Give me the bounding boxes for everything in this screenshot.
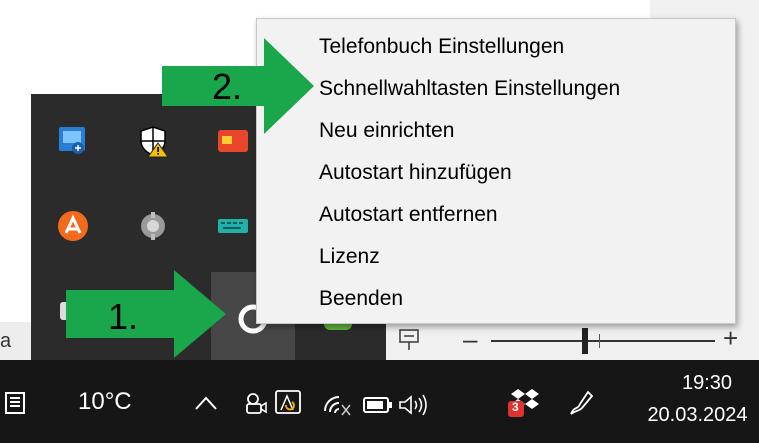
background-text: a <box>0 330 12 352</box>
layout-icon[interactable] <box>395 326 423 354</box>
keyboard-icon[interactable] <box>216 209 250 243</box>
battery-icon[interactable] <box>363 396 393 414</box>
document-status-bar: – + <box>385 322 759 360</box>
clock-date[interactable]: 20.03.2024 <box>636 404 759 427</box>
clipboard-app-icon[interactable] <box>273 388 305 418</box>
menu-item-telefonbuch-einstellungen[interactable]: Telefonbuch Einstellungen <box>319 27 564 67</box>
tray-context-menu: Telefonbuch Einstellungen Schnellwahltas… <box>256 18 736 324</box>
wifi-icon[interactable] <box>322 391 352 417</box>
menu-item-schnellwahltasten-einstellungen[interactable]: Schnellwahltasten Einstellungen <box>319 69 620 109</box>
step-1-arrow-shape <box>66 270 226 358</box>
chevron-up-icon[interactable] <box>193 393 219 413</box>
step-1-arrow <box>66 270 226 358</box>
clock-time[interactable]: 19:30 <box>660 372 754 395</box>
menu-item-neu-einrichten[interactable]: Neu einrichten <box>319 111 454 151</box>
dropbox-badge: 3 <box>512 400 519 414</box>
pen-workspace-icon[interactable] <box>566 388 596 418</box>
zoom-in-button[interactable]: + <box>723 323 738 354</box>
volume-icon[interactable] <box>398 393 430 417</box>
utility-gear-icon[interactable] <box>136 209 170 243</box>
dropbox-icon[interactable]: 3 <box>508 387 542 419</box>
zoom-slider-thumb[interactable] <box>582 328 588 354</box>
zoom-out-button[interactable]: – <box>463 324 477 355</box>
menu-item-lizenz[interactable]: Lizenz <box>319 237 380 277</box>
avast-icon[interactable] <box>56 209 90 243</box>
taskbar: 10°C 3 19:30 20.03.2024 <box>0 360 759 443</box>
menu-item-autostart-entfernen[interactable]: Autostart entfernen <box>319 195 498 235</box>
zoom-slider[interactable] <box>491 340 715 342</box>
remote-desktop-icon[interactable] <box>56 124 90 158</box>
zoom-slider-center-tick <box>599 334 600 348</box>
weather-news-icon[interactable] <box>2 390 28 416</box>
meet-now-icon[interactable] <box>242 390 268 416</box>
menu-item-beenden[interactable]: Beenden <box>319 279 403 319</box>
weather-temperature[interactable]: 10°C <box>78 388 132 416</box>
step-2-label: 2. <box>212 66 243 107</box>
step-1-label: 1. <box>108 296 139 337</box>
menu-item-autostart-hinzufuegen[interactable]: Autostart hinzufügen <box>319 153 512 193</box>
background-strip: a <box>0 322 34 360</box>
